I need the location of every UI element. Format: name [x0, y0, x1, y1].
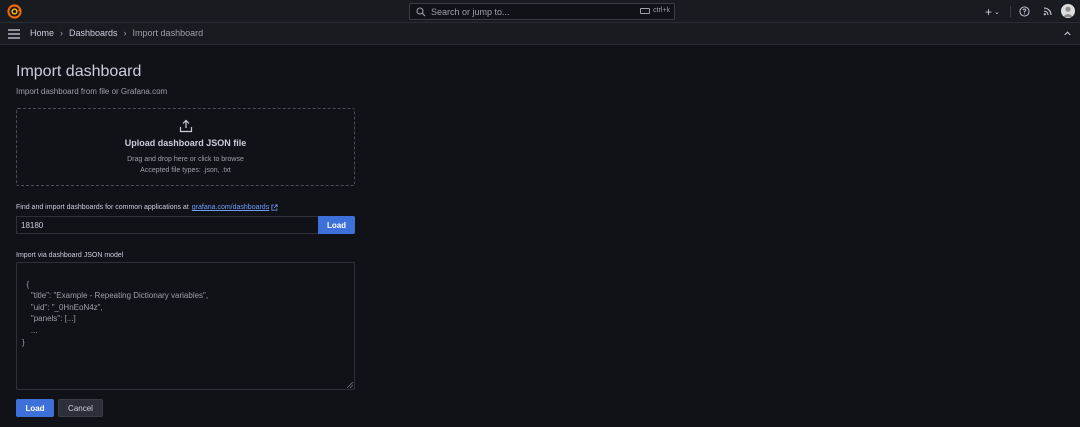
search-shortcut-text: ctrl+k	[653, 7, 670, 14]
resize-handle-icon[interactable]	[347, 382, 353, 388]
top-navbar: Search or jump to... ctrl+k + ⌄	[0, 0, 1080, 23]
grafana-com-link[interactable]: grafana.com/dashboards	[192, 204, 269, 211]
json-model-textarea[interactable]: { "title": "Example - Repeating Dictiona…	[16, 262, 355, 390]
chevron-down-icon: ⌄	[994, 8, 1000, 16]
topbar-divider	[1010, 6, 1011, 17]
user-icon	[1063, 6, 1073, 17]
user-avatar[interactable]	[1061, 4, 1075, 18]
grafana-com-load-button[interactable]: Load	[318, 216, 355, 234]
breadcrumb-home[interactable]: Home	[30, 28, 54, 38]
grafana-com-id-input[interactable]	[16, 216, 318, 234]
external-link-icon	[271, 204, 278, 211]
search-placeholder: Search or jump to...	[431, 6, 510, 17]
page-subtitle: Import dashboard from file or Grafana.co…	[16, 87, 168, 96]
chevron-up-icon[interactable]	[1063, 29, 1072, 38]
breadcrumb-dashboards[interactable]: Dashboards	[69, 28, 118, 38]
search-bar[interactable]: Search or jump to... ctrl+k	[409, 3, 675, 20]
news-rss-icon[interactable]	[1043, 6, 1053, 16]
upload-dropzone[interactable]: Upload dashboard JSON file Drag and drop…	[16, 108, 355, 186]
chevron-right-icon: ›	[60, 28, 64, 38]
upload-hint: Drag and drop here or click to browse	[127, 156, 244, 163]
json-model-label: Import via dashboard JSON model	[16, 252, 124, 259]
upload-accepted-types: Accepted file types: .json, .txt	[140, 167, 231, 174]
chevron-right-icon: ›	[123, 28, 127, 38]
upload-icon	[179, 119, 193, 133]
breadcrumb-bar: Home › Dashboards › Import dashboard	[0, 23, 1080, 45]
load-button[interactable]: Load	[16, 399, 54, 417]
search-icon	[416, 6, 426, 16]
upload-title: Upload dashboard JSON file	[124, 138, 247, 148]
cancel-button[interactable]: Cancel	[58, 399, 103, 417]
json-model-placeholder: { "title": "Example - Repeating Dictiona…	[22, 279, 209, 347]
breadcrumb: Home › Dashboards › Import dashboard	[30, 28, 203, 38]
hamburger-menu-icon[interactable]	[8, 29, 20, 39]
breadcrumb-current: Import dashboard	[132, 28, 204, 38]
help-icon[interactable]	[1019, 6, 1030, 17]
page-title: Import dashboard	[16, 63, 142, 80]
keyboard-icon	[640, 7, 651, 14]
add-new-button[interactable]: + ⌄	[985, 0, 1000, 23]
grafana-logo-icon[interactable]	[7, 4, 22, 19]
grafana-com-label: Find and import dashboards for common ap…	[16, 204, 278, 211]
grafana-com-label-text: Find and import dashboards for common ap…	[16, 204, 189, 211]
add-label: +	[985, 4, 993, 19]
search-shortcut: ctrl+k	[640, 7, 670, 14]
